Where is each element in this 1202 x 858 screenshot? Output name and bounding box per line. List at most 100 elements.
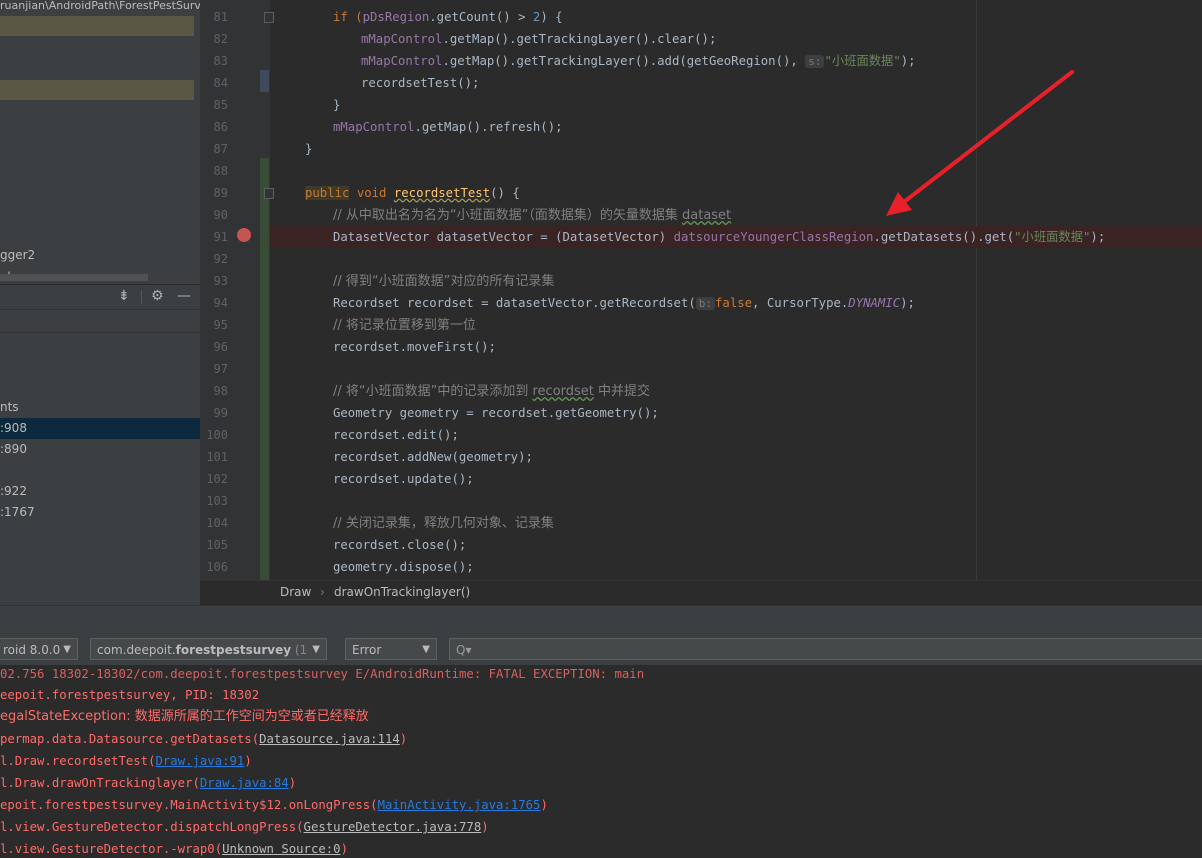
line-number: 89 [213,186,228,200]
param-hint: b: [695,297,716,310]
code-line-90: // 从中取出名为名为“小班面数据”（面数据集）的矢量数据集 dataset [333,208,732,223]
code-line-85: } [333,98,341,112]
frame-item-selected[interactable]: :908 [0,418,200,439]
code-line-99: Geometry geometry = recordset.getGeometr… [333,406,659,420]
param-hint: s: [805,55,825,68]
line-number: 81 [213,10,228,24]
stacktrace-link[interactable]: MainActivity.java:1765 [378,798,541,812]
line-number: 102 [206,472,228,486]
log-line: egalStateException: 数据源所属的工作空间为空或者已经释放 [0,709,369,724]
line-number: 86 [213,120,228,134]
code-line-105: recordset.close(); [333,538,467,552]
project-panel: ruanjian\AndroidPath\ForestPestSurvey gg… [0,0,200,605]
chevron-down-icon: ▼ [308,639,320,659]
line-number: 106 [206,560,228,574]
code-line-83: mMapControl.getMap().getTrackingLayer().… [361,54,916,68]
line-number: 105 [206,538,228,552]
chevron-down-icon: ▼ [422,644,430,655]
tree-highlight-row[interactable] [0,16,194,36]
line-number: 92 [213,252,228,266]
line-number: 101 [206,450,228,464]
stacktrace-link[interactable]: Datasource.java:114 [259,732,400,746]
code-line-106: geometry.dispose(); [333,560,474,574]
breakpoint-icon[interactable] [237,228,251,242]
line-number: 98 [213,384,228,398]
code-line-91: DatasetVector datasetVector = (DatasetVe… [270,226,1202,248]
minimize-icon[interactable]: — [177,288,191,304]
logcat-header [0,605,1202,636]
line-number: 90 [213,208,228,222]
code-line-96: recordset.moveFirst(); [333,340,496,354]
line-number: 94 [213,296,228,310]
divider [0,332,200,333]
code-area[interactable]: if (pDsRegion.getCount() > 2) { mMapCont… [270,0,1202,580]
line-number: 88 [213,164,228,178]
collapse-icon[interactable]: ⇟ [118,288,130,304]
search-input[interactable]: Q▾ [449,638,1202,660]
logcat-output[interactable]: 02.756 18302-18302/com.deepoit.forestpes… [0,665,1202,858]
log-line: epoit.forestpestsurvey.MainActivity$12.o… [0,798,548,812]
code-line-102: recordset.update(); [333,472,474,486]
stacktrace-link[interactable]: GestureDetector.java:778 [304,820,482,834]
breadcrumb-method[interactable]: drawOnTrackinglayer() [334,585,470,599]
tree-highlight-row[interactable] [0,80,194,100]
code-editor[interactable]: 81 82 83 84 85 86 87 88 89 90 91 92 93 9… [200,0,1202,580]
process-select[interactable]: com.deepoit.forestpestsurvey (18 ▼ [90,638,327,660]
chevron-down-icon: ▼ [63,644,71,655]
code-line-81: if (pDsRegion.getCount() > 2) { [333,10,563,24]
code-line-101: recordset.addNew(geometry); [333,450,533,464]
log-level-select[interactable]: Error ▼ [345,638,437,660]
log-line: 02.756 18302-18302/com.deepoit.forestpes… [0,667,645,681]
line-number: 99 [213,406,228,420]
editor-gutter[interactable]: 81 82 83 84 85 86 87 88 89 90 91 92 93 9… [200,0,274,580]
tree-item[interactable]: gger2 [0,248,35,262]
breadcrumb-class[interactable]: Draw [280,585,311,599]
line-number: 85 [213,98,228,112]
code-line-87: } [305,142,313,156]
line-number: 95 [213,318,228,332]
debug-panel-toolbar: ⇟ ⚙ — [0,284,200,310]
line-number: 100 [206,428,228,442]
log-line: l.Draw.drawOnTrackinglayer(Draw.java:84) [0,776,297,790]
code-line-94: Recordset recordset = datasetVector.getR… [333,296,915,310]
device-select[interactable]: roid 8.0.0 ▼ [0,638,78,660]
line-number: 104 [206,516,228,530]
frame-item[interactable]: :922 [0,481,200,502]
stacktrace-link[interactable]: Unknown Source:0 [222,842,340,856]
project-path: ruanjian\AndroidPath\ForestPestSurvey [0,0,200,12]
line-number: 96 [213,340,228,354]
line-number: 84 [213,76,228,90]
code-line-95: // 将记录位置移到第一位 [333,318,476,333]
logcat-toolbar: roid 8.0.0 ▼ com.deepoit.forestpestsurvey… [0,635,1202,666]
code-line-104: // 关闭记录集，释放几何对象、记录集 [333,516,554,531]
line-number: 83 [213,54,228,68]
frame-item[interactable]: :890 [0,439,200,460]
breadcrumb: Draw › drawOnTrackinglayer() [200,580,1202,605]
line-number: 82 [213,32,228,46]
line-number: 103 [206,494,228,508]
frame-item[interactable]: nts [0,397,200,418]
frame-item[interactable]: :1767 [0,502,200,523]
vcs-added-marker [260,158,269,580]
search-icon: Q▾ [456,643,472,657]
code-line-93: // 得到“小班面数据”对应的所有记录集 [333,274,555,289]
log-line: permap.data.Datasource.getDatasets(Datas… [0,732,408,746]
code-line-89: public void recordsetTest() { [305,186,520,200]
code-line-82: mMapControl.getMap().getTrackingLayer().… [361,32,717,46]
stacktrace-link[interactable]: Draw.java:91 [155,754,244,768]
log-line: l.Draw.recordsetTest(Draw.java:91) [0,754,252,768]
line-number: 87 [213,142,228,156]
horizontal-scrollbar[interactable] [0,274,148,281]
log-line: eepoit.forestpestsurvey, PID: 18302 [0,688,260,702]
line-number: 93 [213,274,228,288]
line-number: 91 [213,230,228,244]
code-line-84: recordsetTest(); [361,76,480,90]
log-line: l.view.GestureDetector.-wrap0(Unknown So… [0,842,348,856]
breadcrumb-separator: › [320,585,325,599]
stacktrace-link[interactable]: Draw.java:84 [200,776,289,790]
gear-icon[interactable]: ⚙ [151,288,164,304]
code-line-86: mMapControl.getMap().refresh(); [333,120,563,134]
line-number: 97 [213,362,228,376]
log-line: l.view.GestureDetector.dispatchLongPress… [0,820,489,834]
code-line-100: recordset.edit(); [333,428,459,442]
